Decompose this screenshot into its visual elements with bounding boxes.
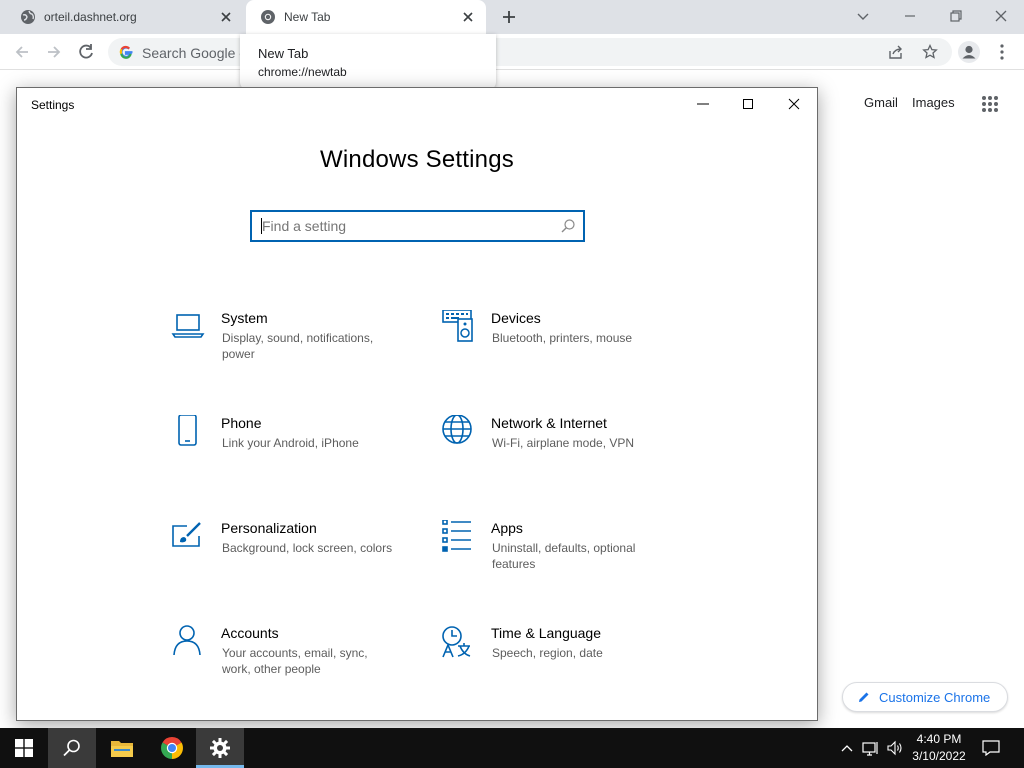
chrome-favicon-icon bbox=[260, 9, 276, 25]
settings-maximize-icon[interactable] bbox=[736, 94, 760, 114]
phone-icon bbox=[171, 414, 205, 449]
tab-close-icon[interactable] bbox=[460, 9, 476, 25]
settings-gear-taskbar-icon[interactable] bbox=[196, 728, 244, 768]
close-window-icon[interactable] bbox=[989, 6, 1013, 26]
address-bar[interactable]: Search Google o bbox=[108, 38, 952, 66]
customize-label: Customize Chrome bbox=[879, 689, 991, 705]
settings-search-box[interactable] bbox=[250, 210, 585, 242]
tile-name: Devices bbox=[491, 310, 541, 326]
browser-toolbar: Search Google o bbox=[0, 34, 1024, 70]
bookmark-star-icon[interactable] bbox=[922, 43, 938, 60]
search-icon bbox=[560, 218, 576, 234]
google-g-icon bbox=[118, 44, 134, 60]
tile-desc: Wi-Fi, airplane mode, VPN bbox=[492, 436, 635, 450]
person-icon bbox=[171, 625, 205, 659]
tile-desc: Speech, region, date bbox=[492, 646, 603, 660]
network-status-icon[interactable] bbox=[862, 740, 880, 756]
reload-icon[interactable] bbox=[76, 42, 96, 62]
tile-name: Accounts bbox=[221, 625, 279, 641]
tile-system[interactable]: System Display, sound, notifications, po… bbox=[171, 310, 421, 390]
tab-new-tab[interactable]: New Tab bbox=[246, 0, 486, 34]
share-icon[interactable] bbox=[888, 44, 904, 60]
system-clock[interactable]: 4:40 PM 3/10/2022 bbox=[904, 731, 974, 765]
customize-chrome-button[interactable]: Customize Chrome bbox=[842, 682, 1008, 712]
tile-desc: Your accounts, email, sync, work, other … bbox=[222, 646, 368, 676]
apps-list-icon bbox=[441, 519, 475, 554]
gmail-link[interactable]: Gmail bbox=[864, 95, 898, 110]
hover-card-url: chrome://newtab bbox=[258, 65, 347, 79]
address-bar-text: Search Google o bbox=[142, 45, 248, 61]
tile-name: Personalization bbox=[221, 520, 317, 536]
tab-hover-card: New Tab chrome://newtab bbox=[240, 34, 496, 90]
tile-time-language[interactable]: Time & Language Speech, region, date bbox=[441, 625, 691, 705]
keyboard-speaker-icon bbox=[441, 309, 475, 344]
text-caret bbox=[261, 218, 262, 234]
chrome-taskbar-icon[interactable] bbox=[148, 728, 196, 768]
tile-name: Time & Language bbox=[491, 625, 601, 641]
tab-label: orteil.dashnet.org bbox=[44, 10, 137, 24]
settings-minimize-icon[interactable] bbox=[691, 94, 715, 114]
restore-icon[interactable] bbox=[943, 6, 967, 26]
tab-orteil[interactable]: orteil.dashnet.org bbox=[0, 0, 244, 34]
tile-name: Network & Internet bbox=[491, 415, 607, 431]
tab-search-chevron-icon[interactable] bbox=[851, 6, 875, 26]
chrome-menu-icon[interactable] bbox=[996, 43, 1008, 61]
tile-network[interactable]: Network & Internet Wi-Fi, airplane mode,… bbox=[441, 414, 691, 495]
tile-phone[interactable]: Phone Link your Android, iPhone bbox=[171, 414, 421, 495]
profile-avatar-icon[interactable] bbox=[958, 41, 980, 63]
tile-devices[interactable]: Devices Bluetooth, printers, mouse bbox=[441, 309, 691, 390]
tile-desc: Link your Android, iPhone bbox=[222, 436, 359, 450]
hover-card-title: New Tab bbox=[258, 46, 309, 61]
show-hidden-icons-chevron-icon[interactable] bbox=[838, 740, 856, 756]
images-link[interactable]: Images bbox=[912, 95, 955, 110]
settings-window-title: Settings bbox=[31, 98, 75, 112]
tile-desc: Background, lock screen, colors bbox=[222, 541, 393, 555]
taskbar-search-icon[interactable] bbox=[48, 728, 96, 768]
tile-accounts[interactable]: Accounts Your accounts, email, sync, wor… bbox=[171, 625, 421, 705]
action-center-icon[interactable] bbox=[982, 740, 1000, 757]
settings-window: Settings Windows Settings System Display… bbox=[16, 87, 818, 721]
tile-apps[interactable]: Apps Uninstall, defaults, optional featu… bbox=[441, 519, 691, 600]
pencil-icon bbox=[859, 692, 869, 702]
tile-desc: Uninstall, defaults, optional features bbox=[492, 541, 636, 571]
google-apps-grid-icon[interactable] bbox=[981, 95, 999, 113]
globe-favicon-icon bbox=[20, 9, 36, 25]
back-arrow-icon[interactable] bbox=[12, 42, 32, 62]
globe-icon bbox=[441, 414, 475, 449]
tile-personalization[interactable]: Personalization Background, lock screen,… bbox=[171, 520, 421, 600]
clock-time: 4:40 PM bbox=[916, 732, 962, 746]
tile-name: System bbox=[221, 310, 268, 326]
tab-label: New Tab bbox=[284, 10, 331, 24]
volume-icon[interactable] bbox=[886, 740, 904, 756]
tab-close-icon[interactable] bbox=[218, 9, 234, 25]
time-language-icon bbox=[441, 625, 475, 659]
minimize-icon[interactable] bbox=[898, 6, 922, 26]
clock-date: 3/10/2022 bbox=[912, 749, 966, 763]
tile-desc: Bluetooth, printers, mouse bbox=[492, 331, 633, 345]
tile-desc: Display, sound, notifications, power bbox=[222, 331, 374, 361]
tile-name: Phone bbox=[221, 415, 262, 431]
forward-arrow-icon[interactable] bbox=[44, 42, 64, 62]
browser-tabstrip: orteil.dashnet.org New Tab bbox=[0, 0, 1024, 34]
new-tab-plus-icon[interactable] bbox=[500, 8, 518, 26]
taskbar: 4:40 PM 3/10/2022 bbox=[0, 728, 1024, 768]
paint-brush-icon bbox=[171, 520, 205, 554]
settings-close-icon[interactable] bbox=[782, 94, 806, 114]
find-setting-input[interactable] bbox=[252, 212, 552, 240]
windows-start-icon[interactable] bbox=[0, 728, 48, 768]
settings-heading: Windows Settings bbox=[320, 146, 514, 173]
laptop-icon bbox=[171, 310, 205, 344]
file-explorer-icon[interactable] bbox=[98, 728, 146, 768]
tile-name: Apps bbox=[491, 520, 523, 536]
